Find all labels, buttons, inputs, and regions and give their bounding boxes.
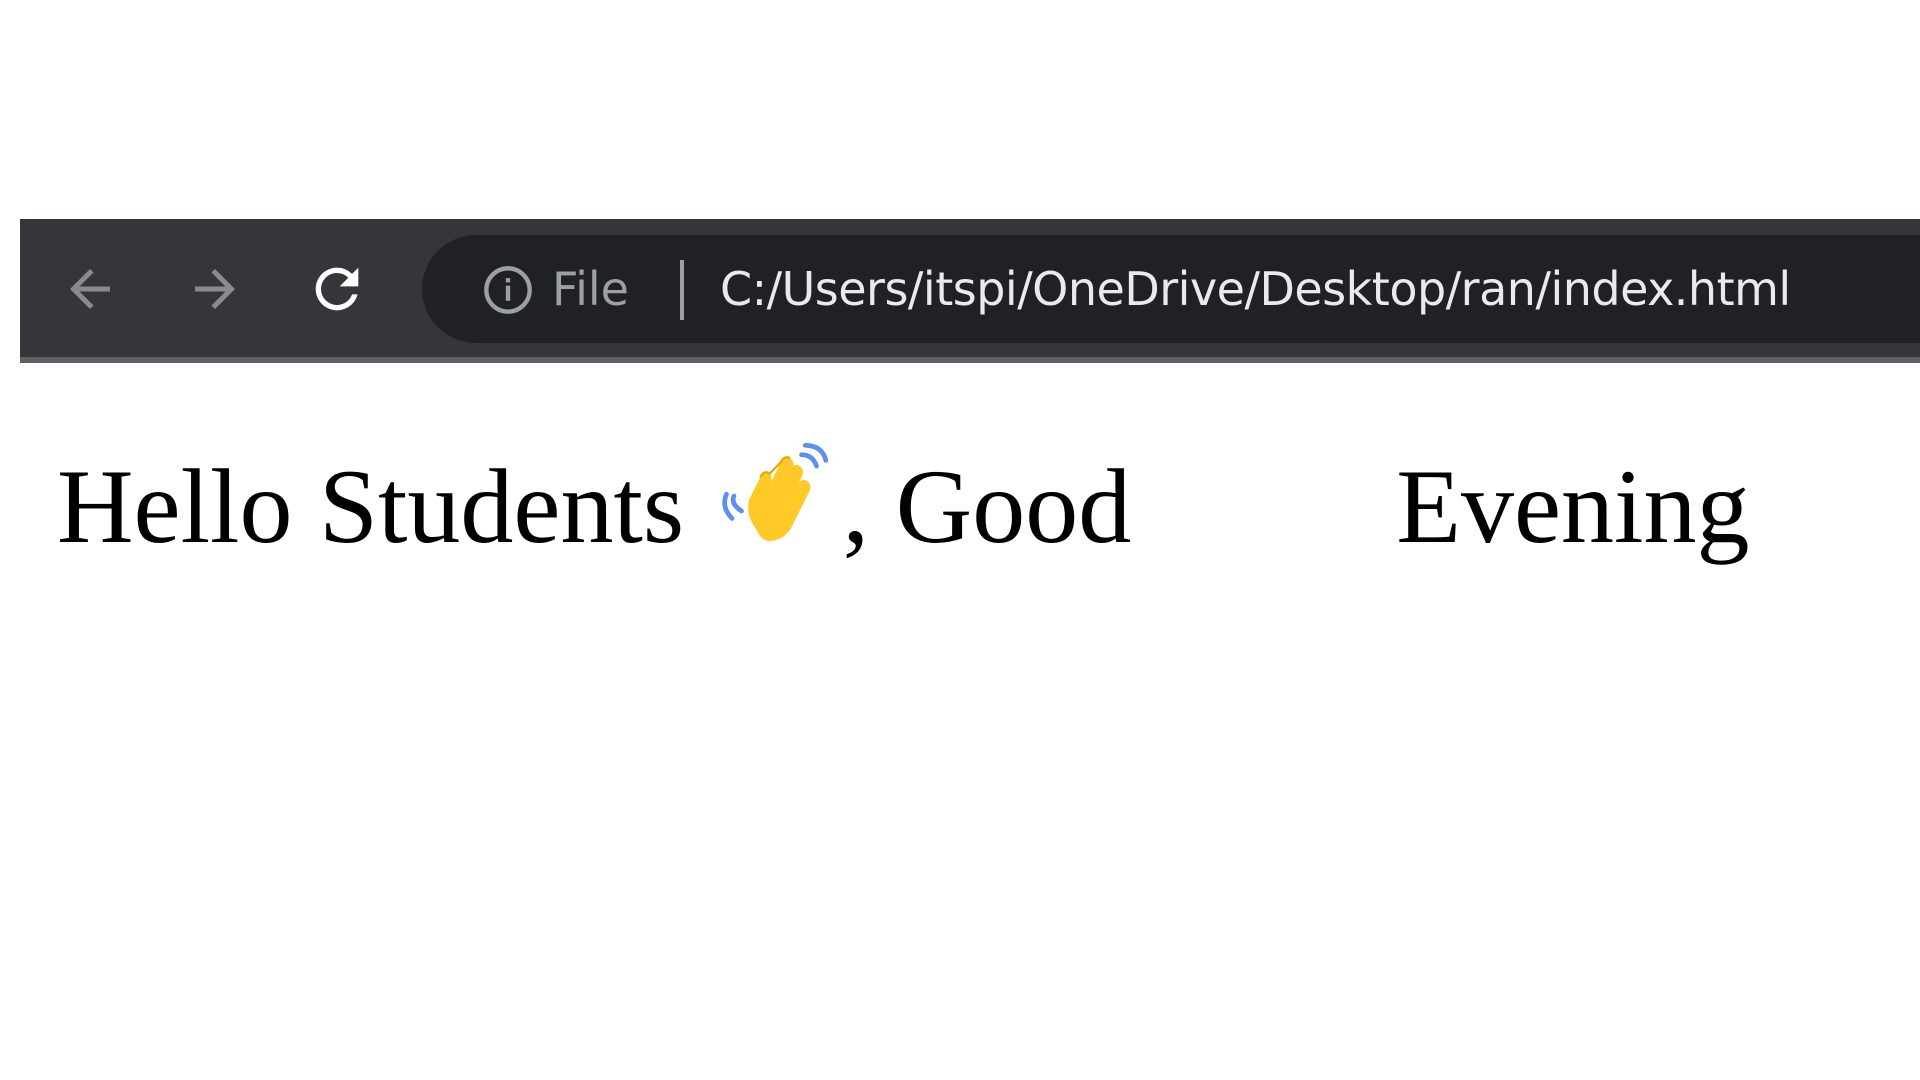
waving-hand-icon: [721, 443, 828, 541]
reload-button[interactable]: [297, 249, 377, 329]
back-button[interactable]: [50, 249, 130, 329]
reload-icon: [315, 267, 359, 311]
url-text[interactable]: C:/Users/itspi/OneDrive/Desktop/ran/inde…: [720, 261, 1791, 317]
address-bar[interactable]: File C:/Users/itspi/OneDrive/Desktop/ran…: [422, 235, 1920, 343]
arrow-left-icon: [70, 269, 110, 309]
greeting-text-end: , Good Evening: [842, 448, 1750, 565]
browser-toolbar: File C:/Users/itspi/OneDrive/Desktop/ran…: [20, 219, 1920, 363]
info-icon[interactable]: [482, 264, 534, 316]
site-scheme-label: File: [552, 262, 629, 316]
arrow-right-icon: [195, 269, 235, 309]
address-separator: [680, 260, 684, 320]
page-heading: Hello Students , Good Evening: [57, 436, 1897, 586]
forward-button[interactable]: [175, 249, 255, 329]
greeting-text-start: Hello Students: [57, 448, 711, 565]
